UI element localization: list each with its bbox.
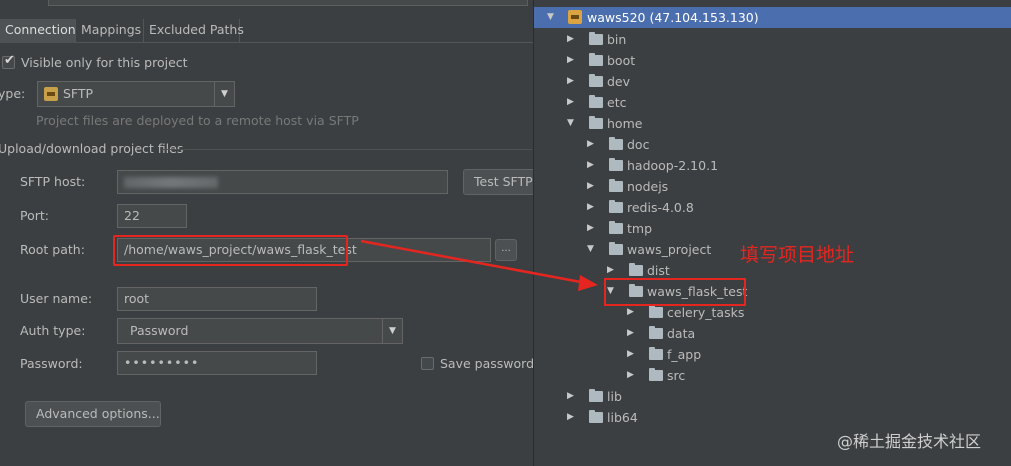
- target-folder-highlight: [604, 278, 746, 306]
- annotation-arrow-head: [578, 275, 598, 291]
- annotation-text: 填写项目地址: [740, 244, 855, 266]
- annotation-arrow-line: [360, 239, 587, 285]
- annotation-overlay: [360, 239, 746, 306]
- watermark: @稀土掘金技术社区: [837, 432, 982, 451]
